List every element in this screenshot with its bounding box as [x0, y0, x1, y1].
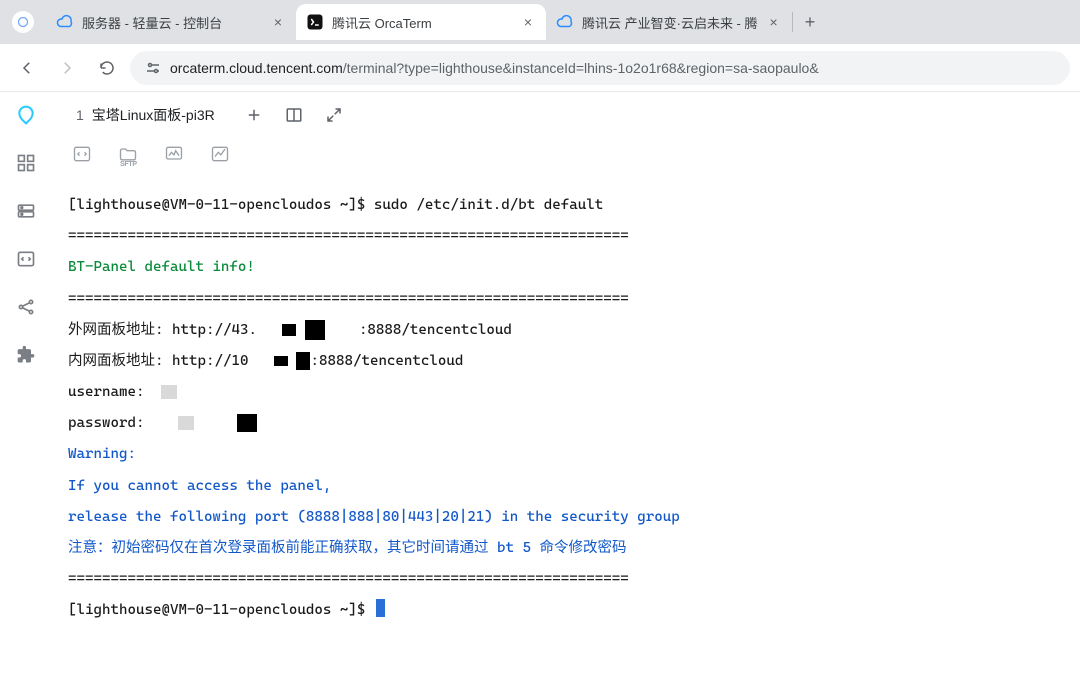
new-terminal-button[interactable] — [241, 102, 267, 128]
logo-icon[interactable] — [15, 104, 37, 126]
main-area: 1 宝塔Linux面板-pi3R SFTP — [52, 92, 1080, 694]
browser-toolbar: orcaterm.cloud.tencent.com/terminal?type… — [0, 44, 1080, 92]
sftp-label: SFTP — [120, 161, 140, 168]
redacted-block — [305, 320, 325, 340]
external-url-label: 外网面板地址: http://43. — [68, 322, 257, 338]
close-icon[interactable]: × — [766, 12, 782, 32]
prompt: [lighthouse@VM-0-11-opencloudos ~]$ — [68, 602, 374, 618]
terminal-tab-1[interactable]: 1 宝塔Linux面板-pi3R — [64, 99, 227, 131]
close-icon[interactable]: × — [270, 12, 286, 32]
redacted-block — [237, 414, 257, 432]
username-label: username: — [68, 384, 144, 400]
browser-tab-label: 腾讯云 OrcaTerm — [332, 13, 512, 32]
snippet-icon[interactable] — [70, 142, 94, 166]
dashboard-icon[interactable] — [15, 152, 37, 174]
browser-tab-label: 服务器 - 轻量云 - 控制台 — [82, 13, 262, 32]
cloud-icon — [556, 13, 574, 31]
nav-forward-button[interactable] — [50, 51, 84, 85]
warning-line-2: release the following port (8888|888|80|… — [68, 509, 680, 525]
divider: ========================================… — [68, 228, 629, 244]
divider: ========================================… — [68, 291, 629, 307]
code-icon[interactable] — [15, 248, 37, 270]
external-url-suffix: :8888/tencentcloud — [359, 322, 512, 338]
terminal-output[interactable]: [lighthouse@VM-0-11-opencloudos ~]$ sudo… — [52, 176, 1080, 694]
nav-reload-button[interactable] — [90, 51, 124, 85]
browser-tab-label: 腾讯云 产业智变·云启未来 - 腾 — [582, 13, 758, 32]
orcaterm-icon — [306, 13, 324, 31]
password-label: password: — [68, 415, 144, 431]
redacted-block — [282, 324, 296, 336]
note-cn: 注意：初始密码仅在首次登录面板前能正确获取，其它时间请通过 bt 5 命令修改密… — [68, 540, 626, 556]
redacted-block — [296, 352, 310, 370]
url-text: orcaterm.cloud.tencent.com/terminal?type… — [170, 60, 819, 76]
browser-profile-icon[interactable] — [12, 11, 34, 33]
terminal-tab-label: 宝塔Linux面板-pi3R — [92, 105, 215, 125]
prompt: [lighthouse@VM-0-11-opencloudos ~]$ — [68, 197, 374, 213]
terminal-tabbar: 1 宝塔Linux面板-pi3R — [52, 92, 1080, 138]
redacted-block — [274, 356, 288, 366]
browser-tab-1[interactable]: 服务器 - 轻量云 - 控制台 × — [46, 4, 296, 40]
page-content: 1 宝塔Linux面板-pi3R SFTP — [0, 92, 1080, 694]
browser-tab-strip: 服务器 - 轻量云 - 控制台 × 腾讯云 OrcaTerm × 腾讯云 产业智… — [0, 0, 1080, 44]
browser-tab-2[interactable]: 腾讯云 OrcaTerm × — [296, 4, 546, 40]
close-icon[interactable]: × — [520, 12, 536, 32]
fullscreen-button[interactable] — [321, 102, 347, 128]
chart-icon[interactable] — [208, 142, 232, 166]
monitor-icon[interactable] — [162, 142, 186, 166]
server-icon[interactable] — [15, 200, 37, 222]
internal-url-label: 内网面板地址: http://10 — [68, 353, 248, 369]
site-settings-icon[interactable] — [144, 59, 162, 77]
cloud-icon — [56, 13, 74, 31]
extension-icon[interactable] — [15, 344, 37, 366]
internal-url-suffix: :8888/tencentcloud — [310, 353, 463, 369]
warning-label: Warning: — [68, 446, 136, 462]
left-rail — [0, 92, 52, 694]
terminal-tab-number: 1 — [76, 107, 84, 123]
terminal-toolbar: SFTP — [52, 138, 1080, 176]
split-pane-button[interactable] — [281, 102, 307, 128]
redacted-block — [161, 385, 177, 399]
browser-tab-3[interactable]: 腾讯云 产业智变·云启未来 - 腾 × — [546, 4, 792, 40]
address-bar[interactable]: orcaterm.cloud.tencent.com/terminal?type… — [130, 51, 1070, 85]
command-text: sudo /etc/init.d/bt default — [374, 197, 603, 213]
divider: ========================================… — [68, 571, 629, 587]
redacted-block — [178, 416, 194, 430]
sftp-icon[interactable]: SFTP — [116, 142, 140, 166]
share-icon[interactable] — [15, 296, 37, 318]
new-tab-button[interactable]: + — [793, 12, 828, 33]
panel-info-title: BT-Panel default info! — [68, 259, 255, 275]
terminal-cursor — [376, 599, 385, 617]
warning-line-1: If you cannot access the panel, — [68, 478, 331, 494]
nav-back-button[interactable] — [10, 51, 44, 85]
